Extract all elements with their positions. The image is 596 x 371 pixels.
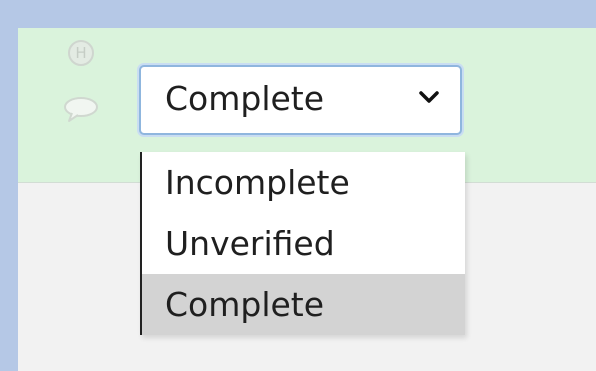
status-option-incomplete[interactable]: Incomplete [142,152,465,213]
comment-icon[interactable] [62,96,100,128]
chevron-down-icon [418,89,440,109]
status-select-value: Complete [165,79,325,118]
status-option-complete[interactable]: Complete [142,274,465,335]
history-icon-glyph: H [75,43,87,62]
history-icon[interactable]: H [68,40,94,66]
status-select[interactable]: Complete [139,65,462,135]
status-option-unverified[interactable]: Unverified [142,213,465,274]
status-dropdown: Incomplete Unverified Complete [140,152,465,335]
